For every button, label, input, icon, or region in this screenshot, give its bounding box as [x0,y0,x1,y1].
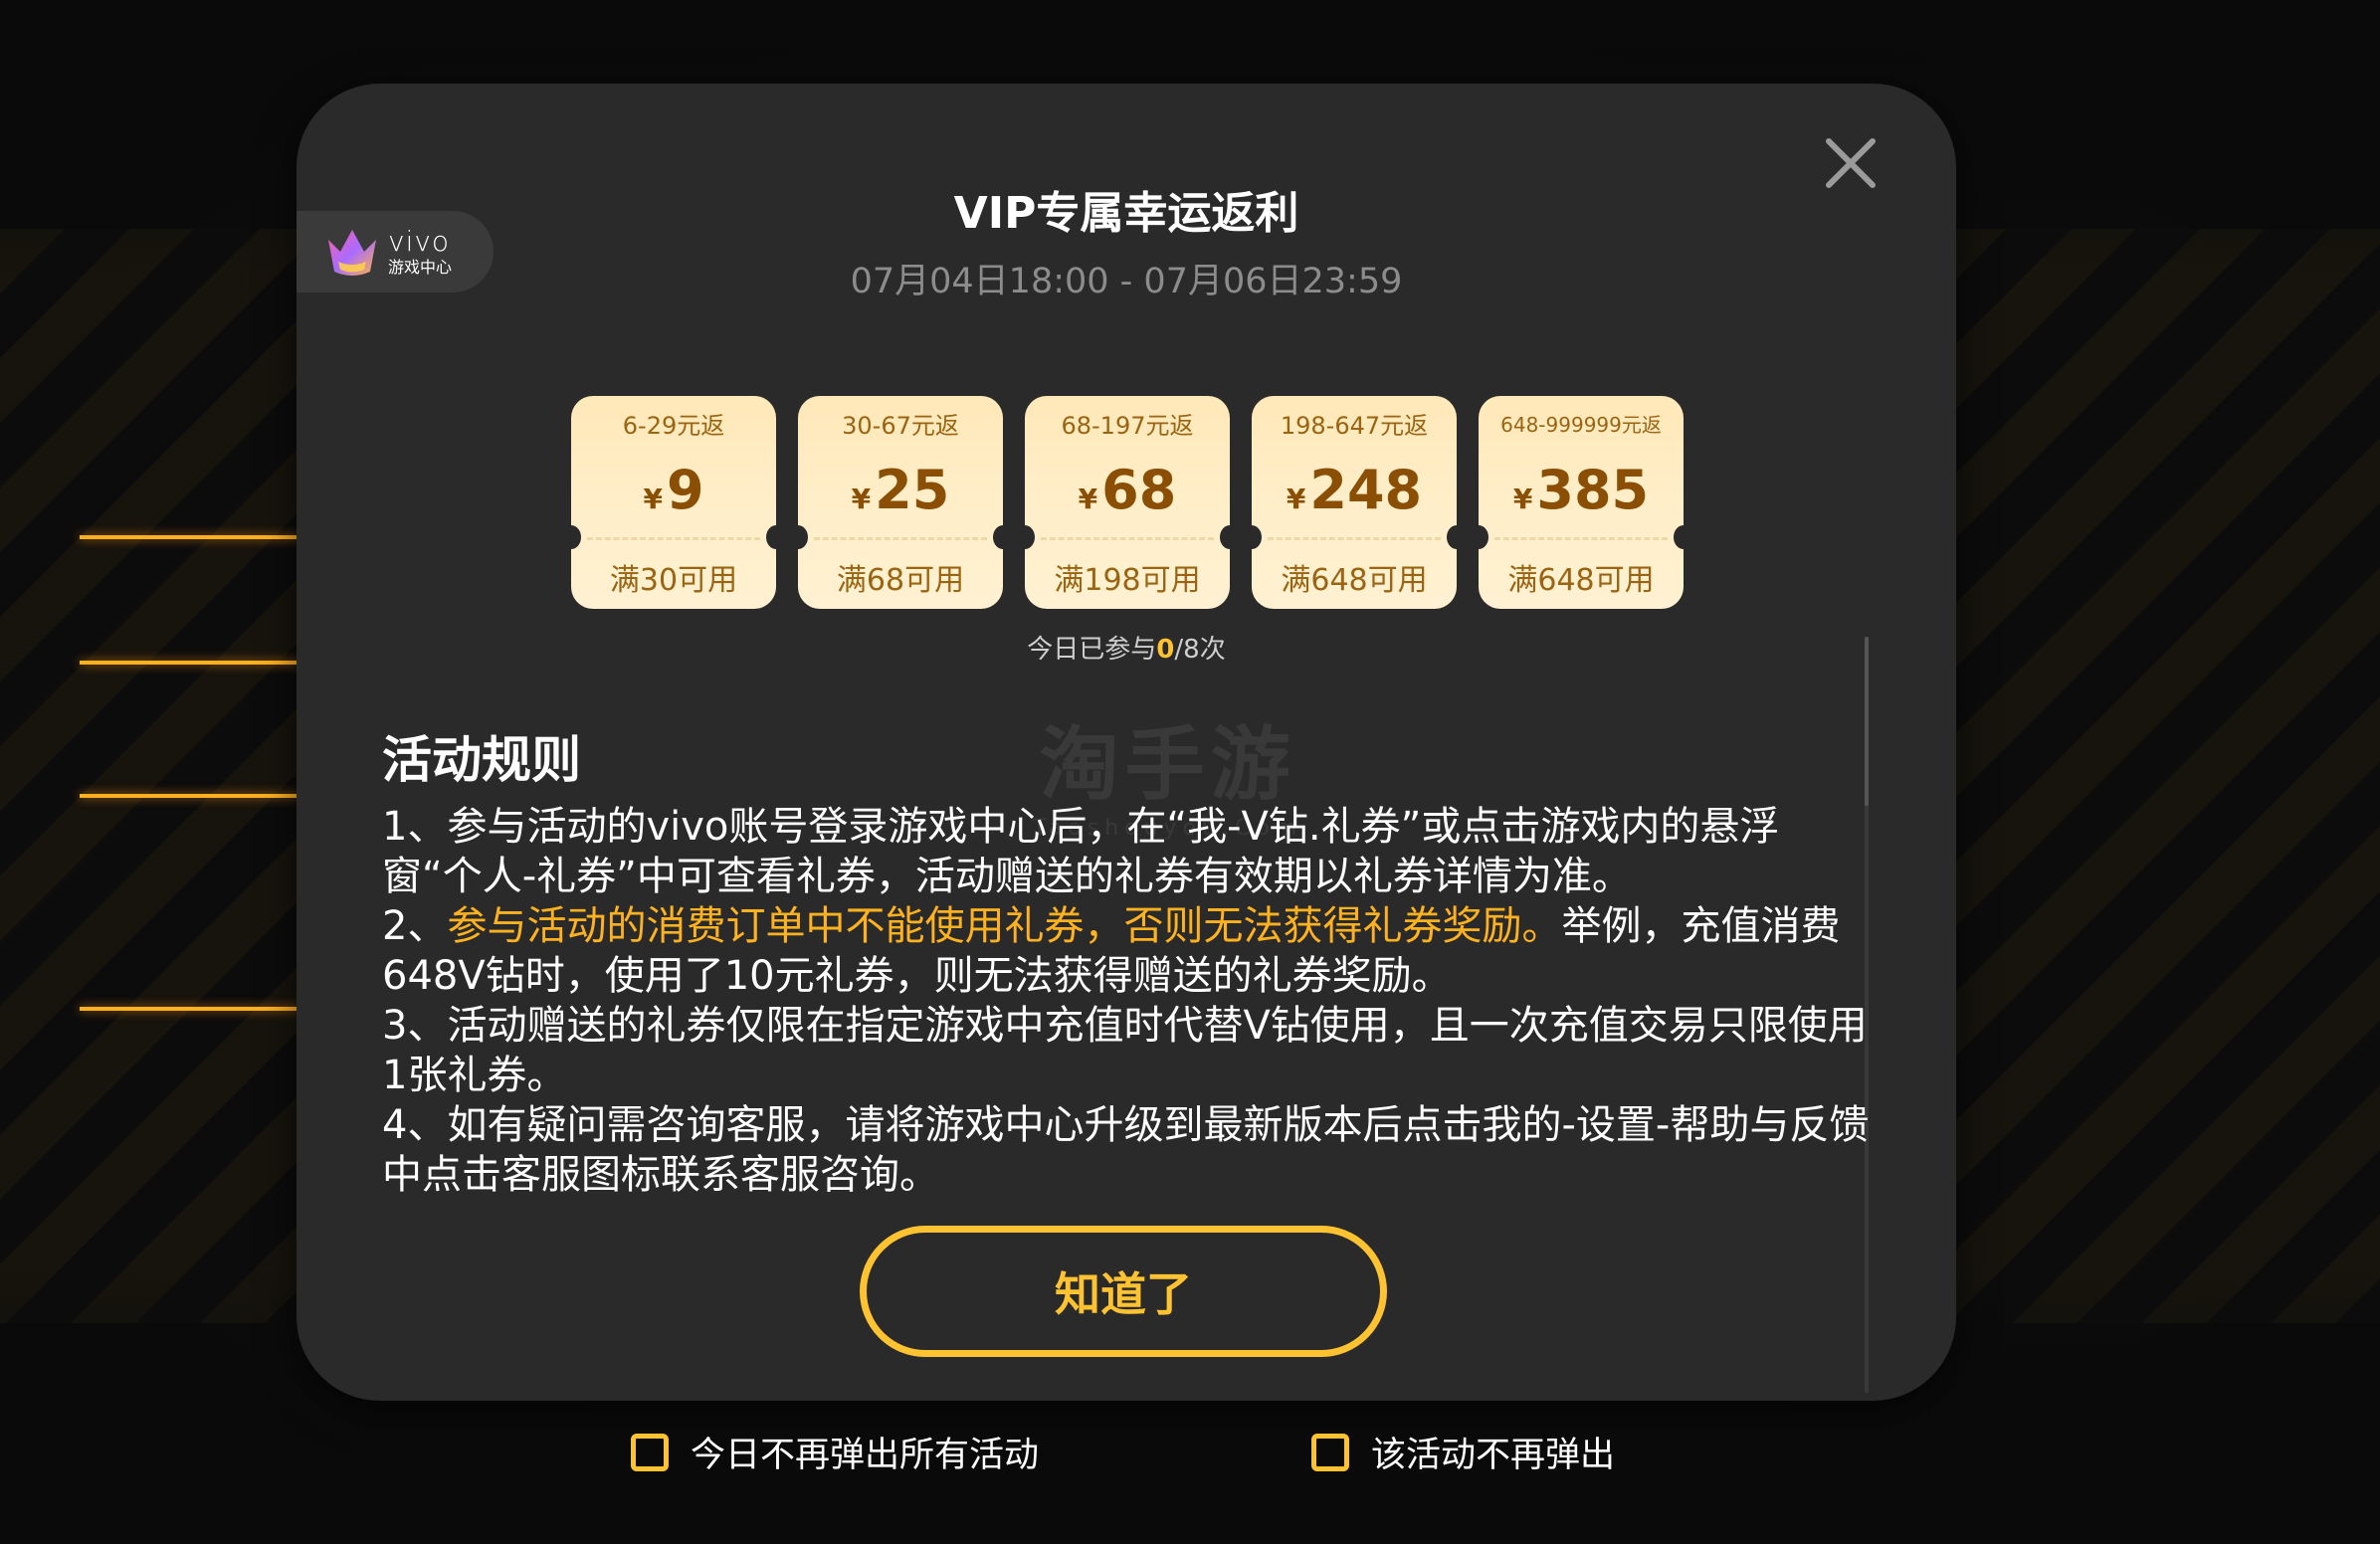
coupon-divider [587,537,760,540]
hide-all-today-label: 今日不再弹出所有活动 [691,1436,1040,1475]
hide-all-today-checkbox[interactable] [631,1433,669,1471]
scrollbar-thumb[interactable] [1865,637,1869,806]
participation-prefix: 今日已参与 [1027,635,1157,665]
option-hide-all-today[interactable]: 今日不再弹出所有活动 [631,1427,1039,1477]
rules-text: 1、参与活动的vivo账号登录游戏中心后，在“我-V钻.礼券”或点击游戏内的悬浮… [382,802,1875,1200]
watermark-text: 淘手游 [1039,718,1296,811]
background-light-bar [80,794,298,798]
currency-symbol: ¥ [1512,482,1533,515]
coupon-condition: 满198可用 [1054,563,1201,598]
dialog-title: VIP专属幸运返利 [953,188,1299,239]
coupon-value: 248 [1309,459,1423,521]
coupon-amount: ¥68 [1025,464,1230,517]
coupon-value: 68 [1101,459,1177,521]
coupon-amount: ¥9 [571,464,776,517]
coupon-card: 648-999999元返 ¥385 满648可用 [1479,396,1684,609]
activity-dialog: vivo 游戏中心 VIP专属幸运返利 07月04日18:00 - 07月06日… [297,84,1956,1401]
background-light-bar [80,661,298,665]
rule-item: 1、参与活动的vivo账号登录游戏中心后，在“我-V钻.礼券”或点击游戏内的悬浮… [382,804,1780,899]
participation-count: 今日已参与0/8次 [297,629,1956,666]
coupon-card: 198-647元返 ¥248 满648可用 [1252,396,1457,609]
rule-highlight: 参与活动的消费订单中不能使用礼券，否则无法获得礼券奖励。 [447,903,1562,949]
coupon-value: 9 [666,459,704,521]
rule-number: 2、 [382,903,448,949]
hide-this-checkbox[interactable] [1311,1433,1349,1471]
coupon-card: 6-29元返 ¥9 满30可用 [571,396,776,609]
coupon-divider [814,537,987,540]
coupon-card: 68-197元返 ¥68 满198可用 [1025,396,1230,609]
coupon-range: 648-999999元返 [1500,413,1662,437]
participation-done: 0 [1156,635,1175,665]
activity-time-range: 07月04日18:00 - 07月06日23:59 [850,262,1403,301]
coupon-value: 385 [1536,459,1650,521]
coupon-divider [1041,537,1214,540]
coupon-range: 68-197元返 [1061,412,1194,440]
currency-symbol: ¥ [851,482,872,515]
currency-symbol: ¥ [1286,482,1306,515]
coupon-list: 6-29元返 ¥9 满30可用 30-67元返 ¥25 满68可用 68-197… [571,396,1686,615]
coupon-condition: 满648可用 [1281,563,1428,598]
coupon-range: 6-29元返 [622,412,725,440]
coupon-amount: ¥25 [798,464,1003,517]
coupon-range: 198-647元返 [1280,412,1429,440]
participation-suffix: /8次 [1174,635,1226,665]
background-light-bar [80,535,298,539]
coupon-amount: ¥385 [1479,464,1684,517]
got-it-button[interactable]: 知道了 [860,1226,1387,1357]
coupon-value: 25 [875,459,950,521]
coupon-range: 30-67元返 [842,412,959,440]
background-light-bar [80,1007,298,1011]
option-hide-this[interactable]: 该活动不再弹出 [1311,1427,1615,1477]
coupon-divider [1268,537,1441,540]
coupon-divider [1494,537,1668,540]
coupon-condition: 满648可用 [1507,563,1655,598]
rule-item: 4、如有疑问需咨询客服，请将游戏中心升级到最新版本后点击我的-设置-帮助与反馈中… [382,1102,1870,1198]
coupon-card: 30-67元返 ¥25 满68可用 [798,396,1003,609]
currency-symbol: ¥ [1078,482,1098,515]
coupon-condition: 满68可用 [836,563,965,598]
rule-item: 2、参与活动的消费订单中不能使用礼券，否则无法获得礼券奖励。举例，充值消费648… [382,901,1875,1001]
currency-symbol: ¥ [643,482,663,515]
rules-title: 活动规则 [382,731,581,789]
coupon-condition: 满30可用 [609,563,738,598]
coupon-amount: ¥248 [1252,464,1457,517]
hide-this-label: 该活动不再弹出 [1371,1436,1616,1475]
rule-item: 3、活动赠送的礼券仅限在指定游戏中充值时代替V钻使用，且一次充值交易只限使用1张… [382,1003,1868,1098]
